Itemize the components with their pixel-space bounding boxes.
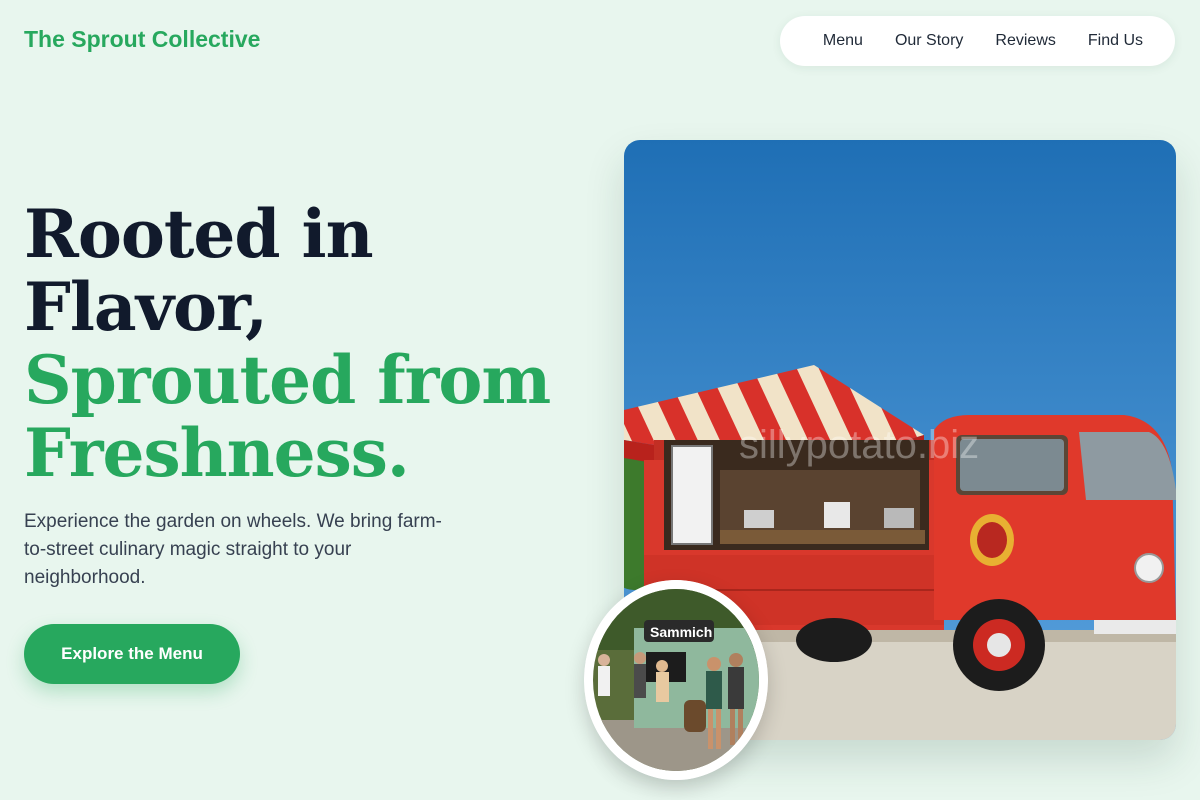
headline-line-4: Freshness. (24, 414, 410, 492)
hero-description: Experience the garden on wheels. We brin… (24, 511, 442, 588)
nav-link-menu[interactable]: Menu (823, 32, 863, 50)
nav-link-our-story[interactable]: Our Story (895, 32, 963, 50)
explore-menu-button[interactable]: Explore the Menu (24, 624, 240, 684)
photo-watermark: sillypotato.biz (739, 423, 979, 467)
top-navigation: Menu Our Story Reviews Find Us (780, 16, 1175, 66)
headline-line-1: Rooted in (24, 195, 374, 273)
stall-sign-text: Sammich (650, 624, 712, 640)
nav-link-find-us[interactable]: Find Us (1088, 32, 1143, 50)
brand-logo-text[interactable]: The Sprout Collective (24, 26, 260, 53)
hero-headline: Rooted in Flavor, Sprouted from Freshnes… (24, 198, 584, 490)
headline-line-3: Sprouted from (24, 341, 551, 419)
food-stall-illustration: Sammich (584, 580, 768, 780)
food-stall-thumbnail[interactable]: Sammich (584, 580, 768, 780)
headline-line-2: Flavor, (24, 268, 268, 346)
nav-link-reviews[interactable]: Reviews (995, 32, 1055, 50)
